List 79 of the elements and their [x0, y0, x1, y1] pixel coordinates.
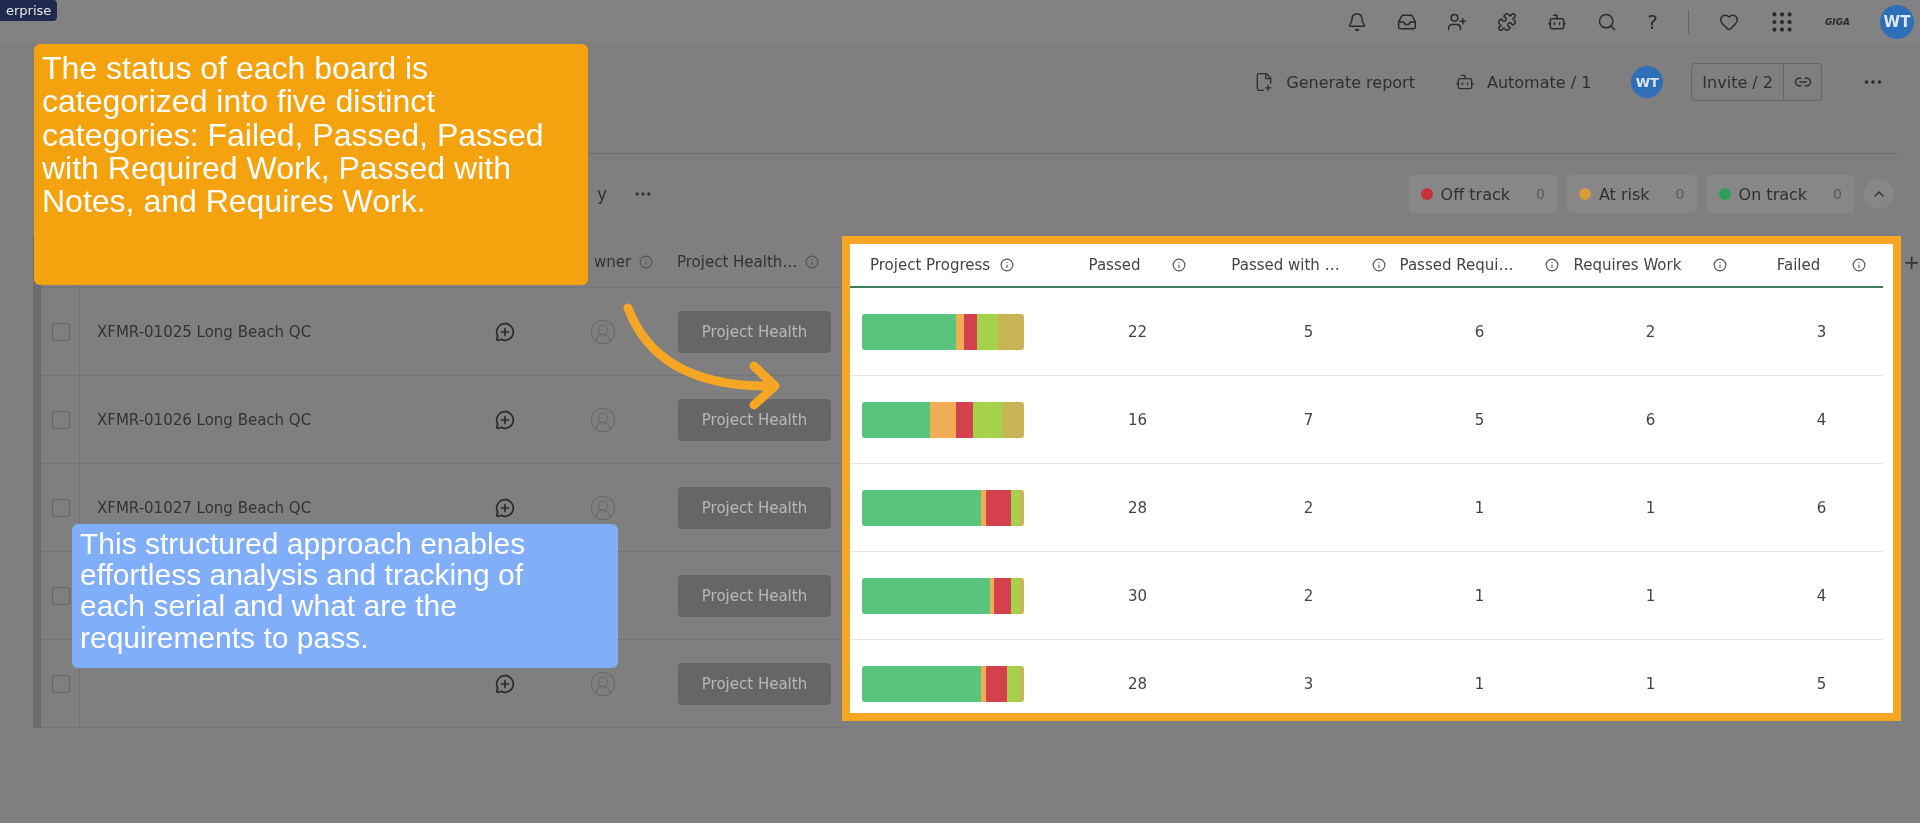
table-cell: 2 — [1303, 586, 1314, 605]
table-cell: 2 — [1645, 322, 1656, 341]
table-cell: 6 — [1816, 498, 1827, 517]
table-cell: 5 — [1474, 410, 1485, 429]
info-icon — [1852, 258, 1867, 272]
add-comment-icon[interactable] — [495, 321, 515, 342]
table-cell: 4 — [1816, 586, 1827, 605]
table-cell: 2 — [1303, 498, 1314, 517]
info-icon — [1172, 258, 1187, 272]
table-cell: 3 — [1816, 322, 1827, 341]
robot-icon — [1454, 72, 1475, 92]
add-comment-icon[interactable] — [495, 409, 515, 430]
generate-report-button[interactable]: Generate report — [1254, 72, 1415, 92]
info-icon — [1371, 258, 1386, 272]
info-icon — [1000, 258, 1015, 272]
table-cell: 1 — [1474, 674, 1485, 693]
puzzle-icon[interactable] — [1497, 11, 1518, 32]
project-health-button[interactable]: Project Health — [678, 486, 831, 529]
help-button[interactable]: ? — [1647, 9, 1658, 34]
item-name: XFMR-01027 Long Beach QC — [97, 498, 312, 517]
progress-segment — [998, 313, 1024, 350]
column-header: Passed with … — [1231, 256, 1340, 274]
callout-note: This structured approach enables effortless analysis and tracking of each serial and what are the requirements to pass. — [72, 524, 618, 668]
row-checkbox[interactable] — [52, 586, 70, 605]
table-cell: 1 — [1474, 586, 1485, 605]
table-cell: 28 — [1127, 674, 1148, 693]
row-checkbox[interactable] — [52, 410, 70, 429]
table-cell: 5 — [1303, 322, 1314, 341]
info-icon — [639, 254, 654, 269]
table-cell: 1 — [1645, 498, 1656, 517]
column-header: wner — [594, 252, 632, 271]
table-cell: 7 — [1303, 410, 1314, 429]
table-cell: 1 — [1645, 674, 1656, 693]
user-avatar[interactable]: WT — [1880, 4, 1914, 39]
table-cell: 5 — [1816, 674, 1827, 693]
bell-icon[interactable] — [1347, 11, 1368, 32]
invite-button[interactable]: Invite / 2 — [1691, 63, 1784, 101]
item-name: XFMR-01026 Long Beach QC — [97, 410, 312, 429]
table-cell: 1 — [1645, 586, 1656, 605]
table-cell: 30 — [1127, 586, 1148, 605]
project-health-button[interactable]: Project Health — [678, 398, 831, 441]
table-cell: 16 — [1127, 410, 1148, 429]
info-icon — [1545, 258, 1560, 272]
column-header: Project Health… — [677, 252, 798, 271]
project-health-button[interactable]: Project Health — [678, 662, 831, 705]
copy-link-button[interactable] — [1784, 63, 1822, 101]
row-checkbox[interactable] — [52, 322, 70, 341]
row-checkbox[interactable] — [52, 674, 70, 693]
column-header: Requires Work — [1573, 256, 1682, 274]
plan-badge: erprise — [0, 0, 58, 21]
add-person-icon[interactable] — [1447, 11, 1468, 32]
info-icon — [805, 254, 820, 269]
table-cell: 4 — [1816, 410, 1827, 429]
table-cell: 3 — [1303, 674, 1314, 693]
table-cell: 22 — [1127, 322, 1148, 341]
project-health-button[interactable]: Project Health — [678, 310, 831, 353]
add-comment-icon[interactable] — [495, 497, 515, 518]
add-comment-icon[interactable] — [495, 673, 515, 694]
automate-button[interactable]: Automate / 1 — [1454, 72, 1592, 92]
table-cell: 6 — [1474, 322, 1485, 341]
add-column-button[interactable]: + — [1903, 250, 1920, 274]
search-icon[interactable] — [1597, 11, 1618, 32]
column-header: Failed — [1776, 256, 1821, 274]
progress-segment — [1002, 401, 1024, 438]
logo: GIGA — [1824, 16, 1850, 27]
column-header: Passed — [1088, 256, 1141, 274]
heart-icon[interactable] — [1718, 11, 1739, 32]
toolbar-text[interactable]: y — [597, 184, 608, 204]
table-cell: 28 — [1127, 498, 1148, 517]
row-checkbox[interactable] — [52, 498, 70, 517]
table-cell: 1 — [1474, 498, 1485, 517]
user-avatar[interactable]: WT — [1631, 66, 1664, 98]
info-icon — [1713, 258, 1728, 272]
item-name: XFMR-01025 Long Beach QC — [97, 322, 312, 341]
callout-note: The status of each board is categorized into five distinct categories: Failed, Passed, Passed with Required Work, Passed with Notes, and Requires Work. — [34, 44, 588, 285]
table-cell: 6 — [1645, 410, 1656, 429]
project-health-button[interactable]: Project Health — [678, 574, 831, 617]
column-header: Passed Requi… — [1399, 256, 1514, 274]
column-header: Project Progress — [870, 256, 991, 274]
